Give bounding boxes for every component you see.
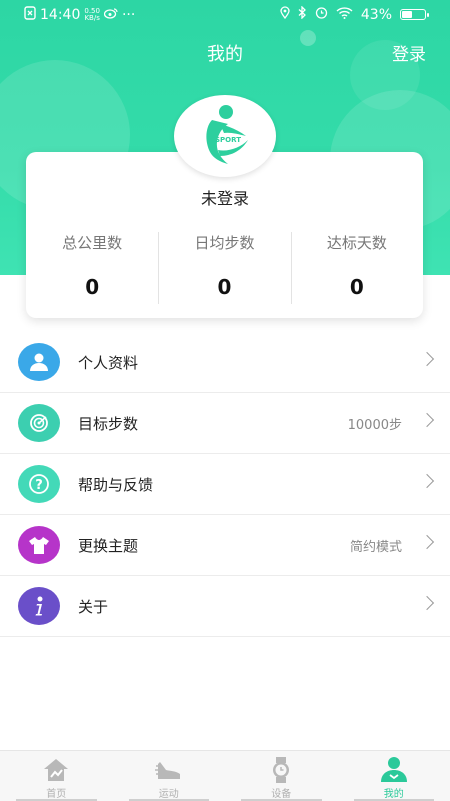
wifi-icon — [336, 7, 353, 23]
weibo-icon — [104, 7, 118, 23]
menu-value: 10000步 — [348, 414, 402, 433]
menu-label: 帮助与反馈 — [78, 474, 153, 495]
location-icon — [280, 6, 290, 23]
battery-percent: 43% — [361, 7, 392, 23]
svg-text:?: ? — [35, 478, 43, 493]
stats-row: 总公里数 0 日均步数 0 达标天数 0 — [26, 232, 423, 299]
chevron-right-icon — [420, 352, 434, 366]
bottom-tab-bar: 首页 运动 设备 我的 — [0, 750, 450, 801]
tab-label: 我的 — [338, 785, 450, 800]
menu-label: 更换主题 — [78, 535, 138, 556]
login-button[interactable]: 登录 — [392, 40, 426, 65]
stat-value: 0 — [291, 275, 423, 299]
status-bar: 14:40 0.50 KB/s ··· 43% — [0, 0, 450, 30]
chevron-right-icon — [420, 535, 434, 549]
profile-icon — [338, 756, 450, 784]
menu-item-change-theme[interactable]: 更换主题 简约模式 — [0, 515, 450, 576]
chevron-right-icon — [420, 413, 434, 427]
tab-label: 设备 — [225, 785, 338, 800]
bluetooth-icon — [298, 6, 307, 23]
shoe-icon — [113, 756, 226, 784]
stat-value: 0 — [26, 275, 158, 299]
stat-total-km: 总公里数 0 — [26, 232, 158, 299]
settings-menu: 个人资料 目标步数 10000步 ? 帮助与反馈 更换主题 简约模式 关于 — [0, 332, 450, 637]
clock: 14:40 — [40, 7, 80, 23]
more-notifications: ··· — [122, 7, 135, 23]
menu-label: 关于 — [78, 596, 108, 617]
tab-sport[interactable]: 运动 — [113, 751, 226, 801]
stat-goal-days: 达标天数 0 — [291, 232, 423, 299]
tab-label: 首页 — [0, 785, 113, 800]
page-title: 我的 — [0, 40, 450, 66]
tab-label: 运动 — [113, 785, 226, 800]
tab-home[interactable]: 首页 — [0, 751, 113, 801]
avatar[interactable]: SPORT — [174, 95, 276, 177]
watch-icon — [225, 756, 338, 784]
battery-icon — [400, 9, 426, 20]
shirt-icon — [18, 526, 60, 564]
stat-label: 总公里数 — [26, 232, 158, 253]
stat-avg-steps: 日均步数 0 — [158, 232, 290, 299]
menu-item-help-feedback[interactable]: ? 帮助与反馈 — [0, 454, 450, 515]
menu-label: 个人资料 — [78, 352, 138, 373]
info-icon — [18, 587, 60, 625]
person-icon — [18, 343, 60, 381]
logo-text: SPORT — [215, 136, 241, 144]
menu-value: 简约模式 — [350, 536, 402, 555]
menu-label: 目标步数 — [78, 413, 138, 434]
question-icon: ? — [18, 465, 60, 503]
tab-device[interactable]: 设备 — [225, 751, 338, 801]
stat-label: 达标天数 — [291, 232, 423, 253]
chevron-right-icon — [420, 474, 434, 488]
target-icon — [18, 404, 60, 442]
menu-item-about[interactable]: 关于 — [0, 576, 450, 637]
menu-item-profile[interactable]: 个人资料 — [0, 332, 450, 393]
net-speed: 0.50 KB/s — [84, 8, 100, 22]
sport-logo: SPORT — [180, 98, 270, 174]
chevron-right-icon — [420, 596, 434, 610]
sim-icon — [24, 6, 36, 24]
username: 未登录 — [0, 185, 450, 209]
stat-label: 日均步数 — [158, 232, 290, 253]
home-icon — [0, 756, 113, 784]
tab-mine[interactable]: 我的 — [338, 751, 450, 801]
stat-value: 0 — [158, 275, 290, 299]
menu-item-target-steps[interactable]: 目标步数 10000步 — [0, 393, 450, 454]
alarm-icon — [315, 6, 328, 23]
